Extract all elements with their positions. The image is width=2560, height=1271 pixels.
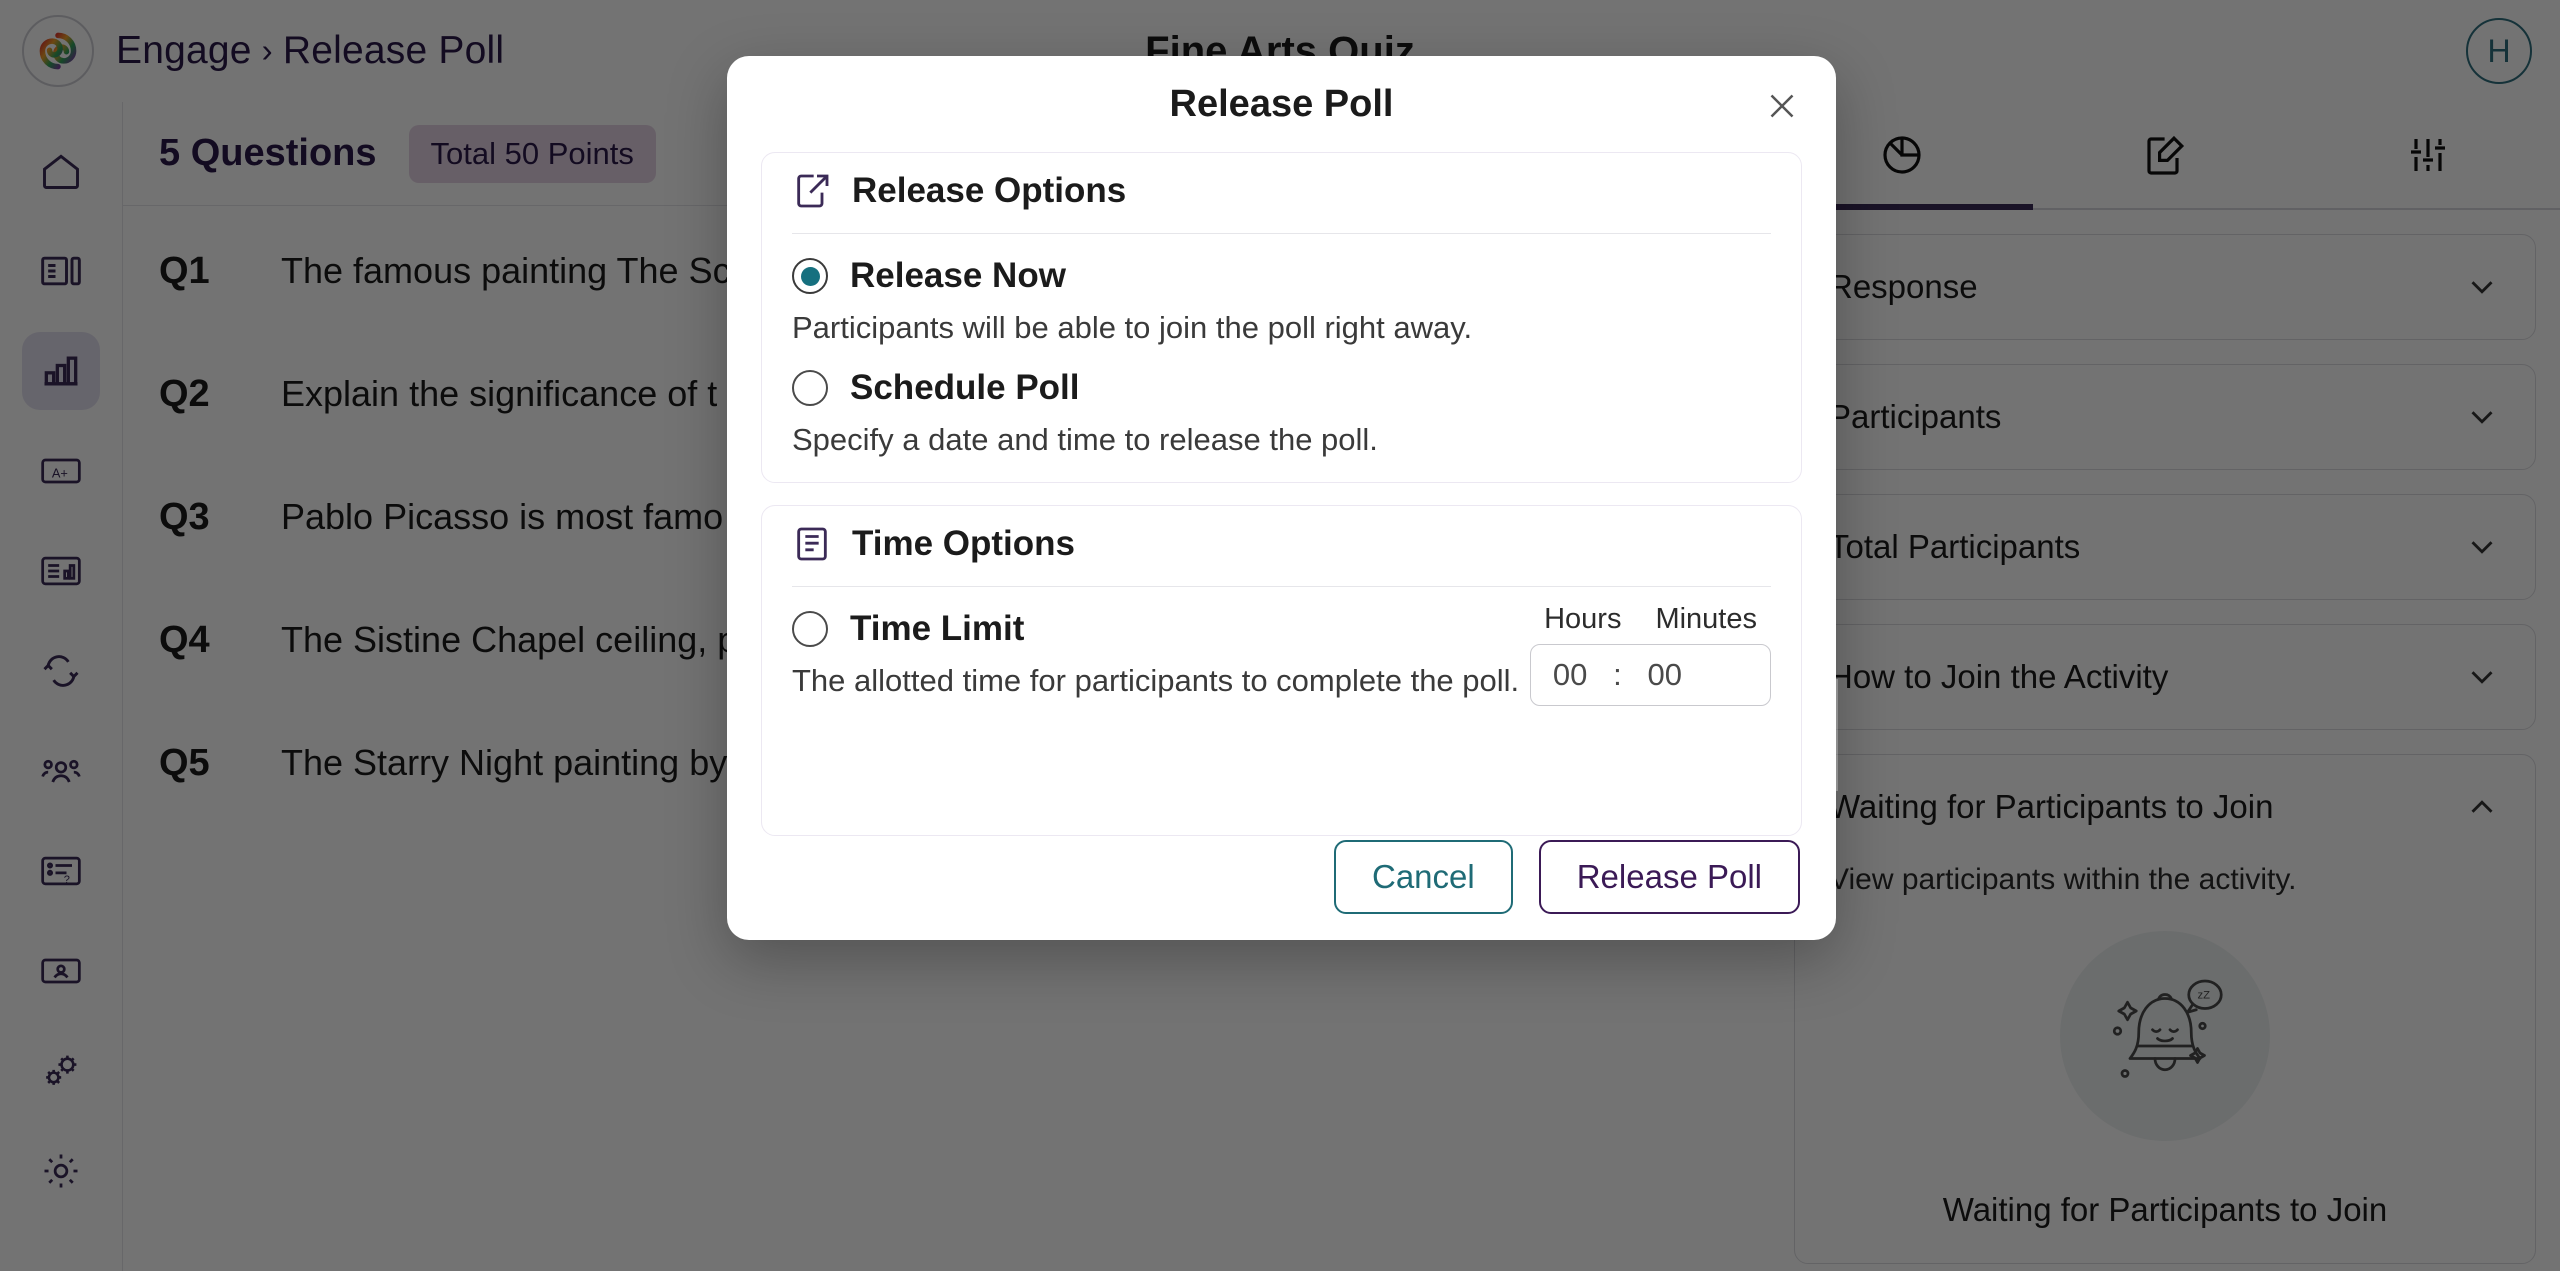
time-separator: : xyxy=(1609,657,1626,693)
time-list-icon xyxy=(792,524,832,564)
radio-time-limit[interactable] xyxy=(792,611,828,647)
share-release-icon xyxy=(792,171,832,211)
option-label: Schedule Poll xyxy=(850,368,1080,408)
cancel-button[interactable]: Cancel xyxy=(1334,840,1513,914)
release-poll-dialog: Release Poll Release Options Release Now… xyxy=(727,56,1836,940)
close-icon[interactable] xyxy=(1758,82,1806,130)
section-header: Time Options xyxy=(792,524,1771,587)
hours-input[interactable] xyxy=(1531,657,1609,693)
option-release-now[interactable]: Release Now Participants will be able to… xyxy=(792,234,1771,346)
time-limit-inputs: Hours Minutes : xyxy=(1530,603,1771,706)
option-schedule-poll[interactable]: Schedule Poll Specify a date and time to… xyxy=(792,346,1771,458)
option-description: Participants will be able to join the po… xyxy=(792,310,1771,346)
release-poll-button[interactable]: Release Poll xyxy=(1539,840,1800,914)
option-label: Release Now xyxy=(850,256,1066,296)
release-options-section: Release Options Release Now Participants… xyxy=(761,152,1802,483)
time-options-section: Time Options Time Limit The allotted tim… xyxy=(761,505,1802,836)
minutes-label: Minutes xyxy=(1655,603,1757,636)
option-description: Specify a date and time to release the p… xyxy=(792,422,1771,458)
dialog-header: Release Poll xyxy=(727,56,1836,152)
section-title: Release Options xyxy=(852,171,1126,211)
dialog-title: Release Poll xyxy=(1170,83,1394,126)
dialog-footer: Cancel Release Poll xyxy=(727,814,1836,940)
dialog-body: Release Options Release Now Participants… xyxy=(727,152,1836,836)
minutes-input[interactable] xyxy=(1626,657,1704,693)
option-label: Time Limit xyxy=(850,609,1024,649)
radio-release-now[interactable] xyxy=(792,258,828,294)
section-header: Release Options xyxy=(792,171,1771,234)
radio-schedule-poll[interactable] xyxy=(792,370,828,406)
option-time-limit[interactable]: Time Limit The allotted time for partici… xyxy=(792,587,1771,699)
hours-label: Hours xyxy=(1544,603,1621,636)
section-title: Time Options xyxy=(852,524,1075,564)
